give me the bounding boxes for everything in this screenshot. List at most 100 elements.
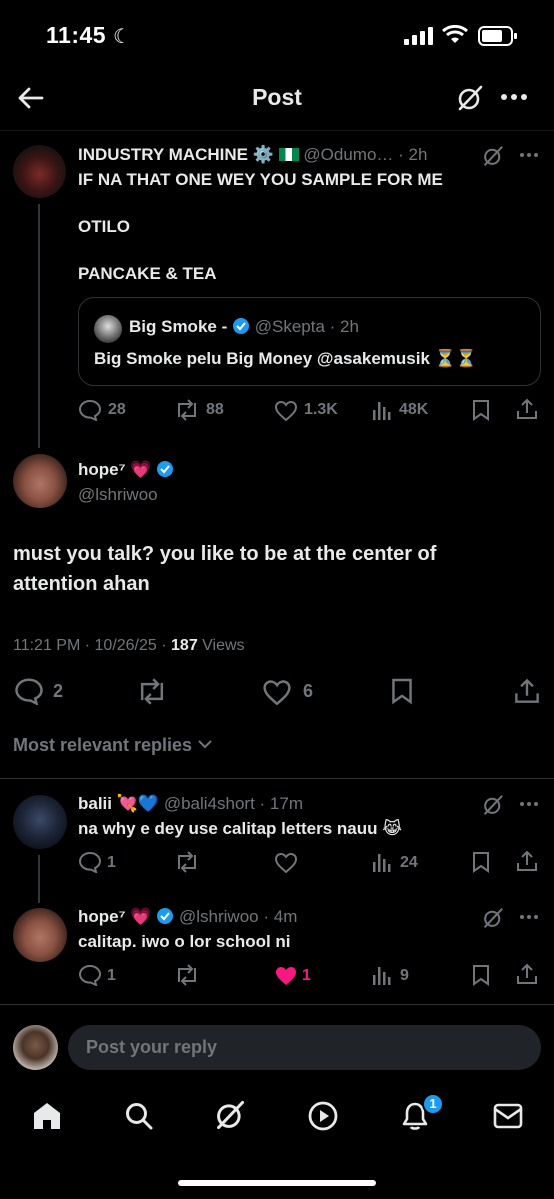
reply-button[interactable] xyxy=(14,677,44,705)
notification-badge: 1 xyxy=(422,1093,444,1115)
more-options-icon[interactable] xyxy=(519,152,539,158)
verified-badge-icon xyxy=(156,460,174,478)
grok-icon[interactable] xyxy=(482,145,504,167)
verified-badge-icon xyxy=(156,907,174,925)
reply-handle[interactable]: @lshriwoo xyxy=(179,907,259,926)
search-icon[interactable] xyxy=(124,1101,154,1131)
sort-replies-dropdown[interactable]: Most relevant replies xyxy=(13,735,213,756)
repost-button[interactable] xyxy=(174,399,200,421)
like-button[interactable] xyxy=(274,400,298,421)
heart-emoji-icon: 💗 xyxy=(130,907,152,926)
reply-text: na why e dey use calitap letters nauu 😹 xyxy=(78,819,403,838)
main-post-text: must you talk? you like to be at the cen… xyxy=(13,543,437,565)
reply-display-name[interactable]: hope⁷ xyxy=(78,907,126,926)
home-icon[interactable] xyxy=(32,1101,62,1131)
quote-avatar xyxy=(94,315,122,343)
reply-count: 1 xyxy=(107,967,116,984)
more-options-icon[interactable] xyxy=(519,801,539,807)
like-count: 1.3K xyxy=(304,401,338,418)
bookmark-button[interactable] xyxy=(391,677,413,705)
grok-icon[interactable] xyxy=(456,84,484,112)
repost-button[interactable] xyxy=(174,851,200,873)
views-icon[interactable] xyxy=(372,965,392,985)
video-play-icon[interactable] xyxy=(307,1100,339,1132)
signal-icon xyxy=(404,27,434,45)
reply-button[interactable] xyxy=(78,851,102,873)
reply-input[interactable]: Post your reply xyxy=(68,1025,541,1070)
heart-emoji-icon: 💘💙 xyxy=(116,794,160,813)
bookmark-button[interactable] xyxy=(472,964,490,986)
quote-text: Big Smoke pelu Big Money @asakemusik ⏳⏳ xyxy=(94,349,477,368)
main-display-name[interactable]: hope⁷ xyxy=(78,460,126,479)
parent-action-bar: 28 88 1.3K 48K xyxy=(78,397,548,423)
heart-emoji-icon: 💗 xyxy=(130,460,152,479)
views-label: Views xyxy=(197,637,245,654)
parent-text-line: OTILO xyxy=(78,217,130,236)
messages-icon[interactable] xyxy=(493,1103,523,1129)
quote-time: · 2h xyxy=(329,317,359,336)
share-button[interactable] xyxy=(514,677,540,705)
grok-icon[interactable] xyxy=(214,1099,246,1131)
reply-author-row: balii 💘💙 @bali4short · 17m xyxy=(78,794,303,814)
main-author-row: hope⁷ 💗 xyxy=(78,460,174,480)
repost-button[interactable] xyxy=(136,678,168,705)
verified-badge-icon xyxy=(232,317,250,335)
avatar[interactable] xyxy=(13,908,67,962)
views-icon[interactable] xyxy=(372,400,392,420)
views-icon[interactable] xyxy=(372,852,392,872)
parent-author-row: INDUSTRY MACHINE ⚙️ @Odumo… · 2h xyxy=(78,145,427,165)
parent-time: · 2h xyxy=(398,145,428,164)
grok-icon[interactable] xyxy=(482,907,504,929)
thread-line xyxy=(38,204,40,448)
views-count: 48K xyxy=(399,401,429,418)
reply-button[interactable] xyxy=(78,964,102,986)
views-count: 24 xyxy=(400,854,418,871)
reply-count: 28 xyxy=(108,401,126,418)
like-button[interactable] xyxy=(274,852,298,873)
more-options-icon[interactable] xyxy=(500,93,528,101)
repost-button[interactable] xyxy=(174,964,200,986)
thread-line xyxy=(38,855,40,903)
like-button[interactable] xyxy=(262,679,292,705)
more-options-icon[interactable] xyxy=(519,914,539,920)
share-button[interactable] xyxy=(516,398,538,420)
post-timestamp: 11:21 PM · 10/26/25 · xyxy=(13,637,172,654)
parent-text-line: IF NA THAT ONE WEY YOU SAMPLE FOR ME xyxy=(78,170,443,189)
bookmark-button[interactable] xyxy=(472,851,490,873)
like-count: 1 xyxy=(302,967,311,984)
battery-icon xyxy=(478,26,518,46)
reply-handle[interactable]: @bali4short xyxy=(164,794,255,813)
bookmark-button[interactable] xyxy=(472,399,490,421)
avatar[interactable] xyxy=(13,454,67,508)
quote-author-row: Big Smoke - @Skepta · 2h xyxy=(129,317,359,337)
chevron-down-icon xyxy=(197,739,213,749)
nigeria-flag-icon xyxy=(278,148,299,161)
quote-handle: @Skepta xyxy=(254,317,325,336)
parent-handle[interactable]: @Odumo… xyxy=(303,145,393,164)
sort-label: Most relevant replies xyxy=(13,735,193,755)
main-post-text: attention ahan xyxy=(13,573,150,595)
main-handle[interactable]: @lshriwoo xyxy=(78,485,158,505)
reply-input-placeholder: Post your reply xyxy=(86,1037,218,1057)
reply-button[interactable] xyxy=(78,399,102,421)
quote-card[interactable]: Big Smoke - @Skepta · 2h Big Smoke pelu … xyxy=(78,297,541,386)
avatar[interactable] xyxy=(13,145,66,198)
share-button[interactable] xyxy=(516,963,538,985)
avatar[interactable] xyxy=(13,795,67,849)
repost-count: 88 xyxy=(206,401,224,418)
parent-text-line: PANCAKE & TEA xyxy=(78,264,217,283)
avatar xyxy=(13,1025,58,1070)
share-button[interactable] xyxy=(516,850,538,872)
parent-display-name[interactable]: INDUSTRY MACHINE xyxy=(78,145,248,164)
reply-time: · 17m xyxy=(259,794,303,813)
reply-time: · 4m xyxy=(263,907,298,926)
status-bar: 11:45 ☾ xyxy=(0,0,554,70)
reply-count: 2 xyxy=(53,681,64,701)
grok-icon[interactable] xyxy=(482,794,504,816)
reply-author-row: hope⁷ 💗 @lshriwoo · 4m xyxy=(78,907,297,927)
liked-heart-icon[interactable] xyxy=(274,965,298,986)
reply-display-name[interactable]: balii xyxy=(78,794,112,813)
reply-text: calitap. iwo o lor school ni xyxy=(78,932,291,951)
status-time: 11:45 ☾ xyxy=(46,22,132,48)
views-number: 187 xyxy=(171,637,198,654)
